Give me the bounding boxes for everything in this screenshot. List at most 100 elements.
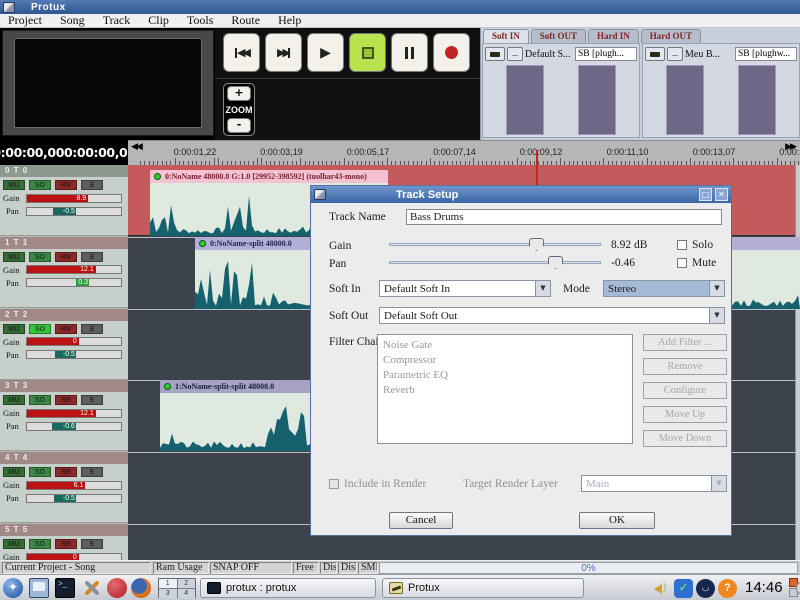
track-so-button[interactable]: SO xyxy=(29,324,51,334)
cancel-button[interactable]: Cancel xyxy=(389,512,453,529)
track-rr-button[interactable]: RR xyxy=(55,324,77,334)
gain-slider-handle[interactable] xyxy=(529,238,544,251)
browse-button[interactable]: ... xyxy=(507,47,523,61)
firefox-icon[interactable] xyxy=(131,578,151,598)
gain-bar[interactable]: 12.1 xyxy=(26,409,122,418)
mute-checkbox[interactable] xyxy=(677,258,687,268)
pan-slider-handle[interactable] xyxy=(548,256,563,269)
desktop-3[interactable]: 3 xyxy=(159,589,177,598)
pan-bar[interactable]: -0.6 xyxy=(26,422,122,431)
tab-hard-out[interactable]: Hard OUT xyxy=(641,29,701,43)
desktop-1[interactable]: 1 xyxy=(159,579,177,588)
filter-item[interactable]: Parametric EQ xyxy=(383,368,627,383)
track-so-button[interactable]: SO xyxy=(29,180,51,190)
pan-bar[interactable]: -0.5 xyxy=(26,207,122,216)
menu-item-help[interactable]: Help xyxy=(278,14,301,27)
ok-button[interactable]: OK xyxy=(579,512,655,529)
play-button[interactable]: ▶ xyxy=(307,33,344,72)
stop-button[interactable] xyxy=(349,33,386,72)
desktop-2[interactable]: 2 xyxy=(178,579,196,588)
menu-item-route[interactable]: Route xyxy=(231,14,260,27)
menu-item-project[interactable]: Project xyxy=(8,14,42,27)
nav-left-icon[interactable]: ◀◀ xyxy=(131,142,141,152)
track-header-5[interactable]: 5 T 5MUSORREGain0Pan xyxy=(0,524,128,560)
track-header-4[interactable]: 4 T 4MUSORREGain6.1Pan-0.5 xyxy=(0,452,128,523)
track-mu-button[interactable]: MU xyxy=(3,395,25,405)
menu-item-track[interactable]: Track xyxy=(103,14,131,27)
close-button[interactable]: ✕ xyxy=(715,188,728,201)
track-so-button[interactable]: SO xyxy=(29,467,51,477)
chevron-down-icon[interactable]: ▼ xyxy=(709,308,724,323)
help-icon[interactable]: ? xyxy=(718,579,737,598)
track-mu-button[interactable]: MU xyxy=(3,180,25,190)
track-mu-button[interactable]: MU xyxy=(3,539,25,549)
track-e-button[interactable]: E xyxy=(81,539,103,549)
driver-field[interactable]: SB [plughw... xyxy=(735,47,797,61)
updates-icon[interactable]: ✓ xyxy=(674,579,693,598)
track-e-button[interactable]: E xyxy=(81,180,103,190)
track-header-0[interactable]: 0 T 0MUSORREGain8.9Pan-0.5 xyxy=(0,165,128,236)
track-so-button[interactable]: SO xyxy=(29,252,51,262)
browser-globe-icon[interactable]: ◡ xyxy=(696,579,715,598)
menu-item-clip[interactable]: Clip xyxy=(148,14,169,27)
filter-item[interactable]: Noise Gate xyxy=(383,338,627,353)
solo-checkbox[interactable] xyxy=(677,240,687,250)
track-header-1[interactable]: 1 T 1MUSORREGain12.1Pan0.3 xyxy=(0,237,128,308)
chevron-down-icon[interactable]: ▼ xyxy=(709,281,724,296)
zoom-out-button[interactable]: - xyxy=(227,118,251,133)
driver-field[interactable]: SB [plugh... xyxy=(575,47,637,61)
track-rr-button[interactable]: RR xyxy=(55,467,77,477)
pan-slider[interactable] xyxy=(389,256,601,269)
tools-icon[interactable] xyxy=(81,578,101,598)
mode-combo[interactable]: Stereo ▼ xyxy=(603,280,725,297)
track-e-button[interactable]: E xyxy=(81,395,103,405)
gain-bar[interactable]: 6.1 xyxy=(26,481,122,490)
track-e-button[interactable]: E xyxy=(81,252,103,262)
filter-item[interactable]: Compressor xyxy=(383,353,627,368)
tab-soft-in[interactable]: Soft IN xyxy=(483,29,529,43)
soft-out-combo[interactable]: Default Soft Out ▼ xyxy=(379,307,725,324)
zoom-in-button[interactable]: + xyxy=(227,86,251,101)
tab-soft-out[interactable]: Soft OUT xyxy=(531,29,586,43)
pan-bar[interactable]: -0.5 xyxy=(26,494,122,503)
tab-hard-in[interactable]: Hard IN xyxy=(588,29,639,43)
record-button[interactable] xyxy=(433,33,470,72)
track-name-input[interactable]: Bass Drums xyxy=(406,209,722,225)
device-button[interactable] xyxy=(645,47,665,61)
track-mu-button[interactable]: MU xyxy=(3,324,25,334)
maximize-button[interactable]: □ xyxy=(699,188,712,201)
pan-bar[interactable]: 0.3 xyxy=(26,278,122,287)
timeline-ruler[interactable]: ◀◀ ▶▶ 0:00:01,220:00:03,190:00:05,170:00… xyxy=(128,140,800,165)
skip-back-button[interactable]: ◀◀ xyxy=(223,33,260,72)
track-rr-button[interactable]: RR xyxy=(55,252,77,262)
pause-button[interactable] xyxy=(391,33,428,72)
track-e-button[interactable]: E xyxy=(81,467,103,477)
skip-forward-button[interactable]: ▶▶ xyxy=(265,33,302,72)
track-mu-button[interactable]: MU xyxy=(3,252,25,262)
volume-icon[interactable]: ) xyxy=(652,579,671,598)
soft-in-combo[interactable]: Default Soft In ▼ xyxy=(379,280,551,297)
track-header-2[interactable]: 2 T 2MUSORREGain0Pan-0.5 xyxy=(0,309,128,380)
browse-button[interactable]: ... xyxy=(667,47,683,61)
vertical-scrollbar[interactable] xyxy=(795,165,800,560)
menu-item-song[interactable]: Song xyxy=(60,14,85,27)
filter-item[interactable]: Reverb xyxy=(383,383,627,398)
window-titlebar[interactable]: Protux xyxy=(0,0,800,14)
task-button-protux[interactable]: Protux xyxy=(382,578,584,598)
terminal-launcher-icon[interactable]: >_ xyxy=(55,578,75,598)
k-menu-icon[interactable]: ✦ xyxy=(3,578,23,598)
track-so-button[interactable]: SO xyxy=(29,539,51,549)
show-desktop-icon[interactable] xyxy=(29,578,49,598)
gain-bar[interactable]: 12.1 xyxy=(26,265,122,274)
media-app-icon[interactable] xyxy=(107,578,127,598)
task-button-protux-terminal[interactable]: protux : protux xyxy=(200,578,376,598)
filter-chain-list[interactable]: Noise GateCompressorParametric EQReverb xyxy=(377,334,633,444)
track-header-3[interactable]: 3 T 3MUSORREGain12.1Pan-0.6 xyxy=(0,380,128,451)
taskbar-clock[interactable]: 14:46 xyxy=(745,579,783,596)
track-e-button[interactable]: E xyxy=(81,324,103,334)
dialog-titlebar[interactable]: Track Setup xyxy=(311,186,731,203)
desktop-4[interactable]: 4 xyxy=(178,589,196,598)
gain-bar[interactable]: 0 xyxy=(26,337,122,346)
track-mu-button[interactable]: MU xyxy=(3,467,25,477)
gain-slider[interactable] xyxy=(389,238,601,251)
